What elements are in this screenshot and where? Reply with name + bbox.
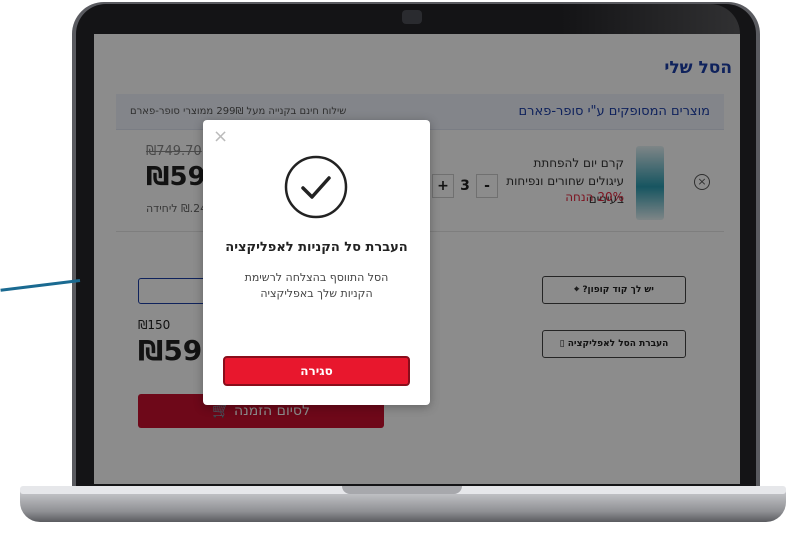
laptop-notch	[342, 486, 462, 494]
laptop-camera	[402, 10, 422, 24]
transfer-success-modal: × העברת סל הקניות לאפליקציה הסל התווסף ב…	[203, 120, 430, 405]
close-icon[interactable]: ×	[213, 126, 228, 147]
modal-message: הסל התווסף בהצלחה לרשימת הקניות שלך באפל…	[244, 271, 389, 300]
laptop-screen: הסל שלי מוצרים המסופקים ע"י סופר-פארם שי…	[94, 34, 740, 484]
modal-title: העברת סל הקניות לאפליקציה	[225, 240, 408, 255]
modal-close-button[interactable]: סגירה	[223, 356, 410, 386]
check-circle-icon	[284, 155, 348, 219]
callout-pointer-line	[0, 279, 81, 292]
